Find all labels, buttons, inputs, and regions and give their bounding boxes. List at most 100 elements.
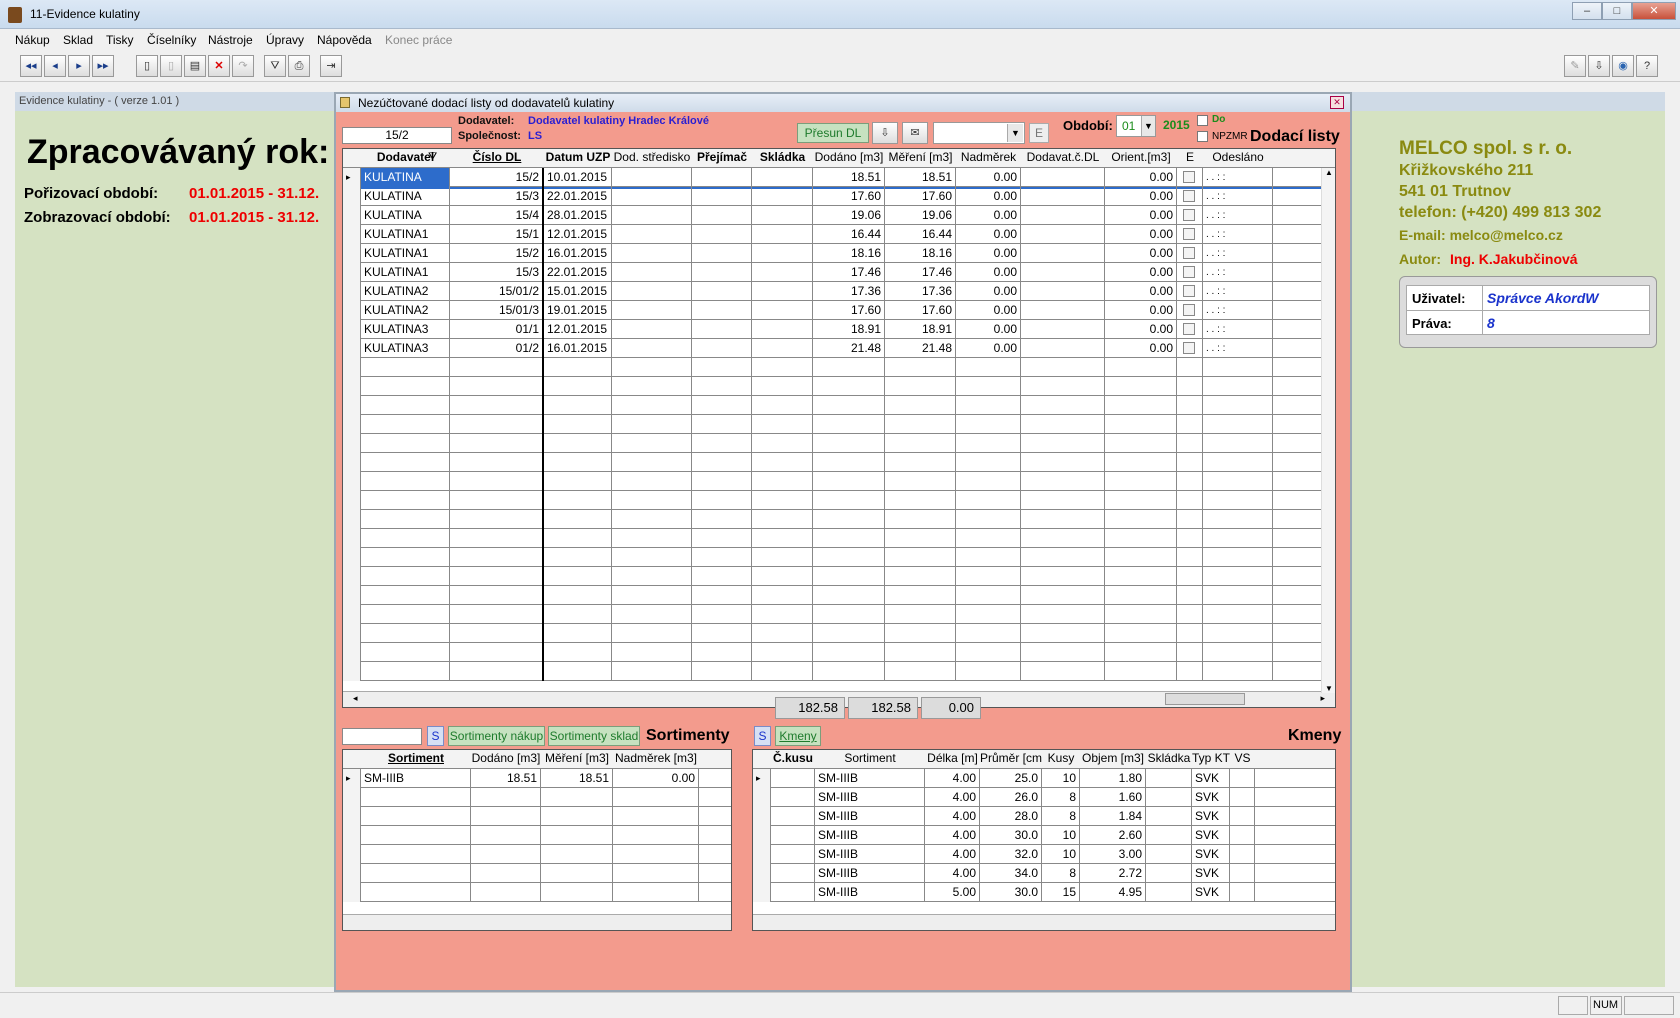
- maximize-button[interactable]: □: [1602, 2, 1632, 20]
- exit-icon[interactable]: ⇥: [320, 55, 342, 77]
- grid-header-cell[interactable]: Dodáno [m3]: [813, 149, 885, 167]
- table-row[interactable]: [343, 643, 1335, 662]
- grid-header-cell[interactable]: Měření [m3]: [885, 149, 956, 167]
- grid-header-cell[interactable]: Orient.[m3]: [1105, 149, 1177, 167]
- scroll-up-icon[interactable]: ▲: [1325, 168, 1333, 177]
- grid-header-cell[interactable]: Nadměrek: [956, 149, 1021, 167]
- table-row[interactable]: [343, 529, 1335, 548]
- table-row[interactable]: SM-IIIB 4.00 30.0 10 2.60 SVK: [753, 826, 1335, 845]
- kmeny-button[interactable]: Kmeny: [775, 726, 821, 746]
- sort-header-cell[interactable]: Měření [m3]: [541, 750, 613, 768]
- grid-header-cell[interactable]: Datum UZP: [544, 149, 612, 167]
- kmeny-header-cell[interactable]: Skládka: [1146, 750, 1192, 768]
- filter-combobox[interactable]: ▼: [933, 122, 1025, 144]
- table-row[interactable]: [343, 826, 731, 845]
- table-row[interactable]: ▸ SM-IIIB 4.00 25.0 10 1.80 SVK: [753, 769, 1335, 788]
- table-row[interactable]: [343, 415, 1335, 434]
- kmeny-header-cell[interactable]: Č.kusu: [771, 750, 815, 768]
- menu-nakup[interactable]: Nákup: [15, 33, 50, 47]
- sort-header-cell[interactable]: Sortiment: [361, 750, 471, 768]
- grid-header-cell[interactable]: Dodavat.č.DL: [1021, 149, 1105, 167]
- scroll-left-icon[interactable]: ◂: [353, 693, 358, 704]
- sort-stock-button[interactable]: Sortimenty sklad: [548, 726, 640, 746]
- menu-sklad[interactable]: Sklad: [63, 33, 93, 47]
- first-record-icon[interactable]: ◂◂: [20, 55, 42, 77]
- table-row[interactable]: [343, 358, 1335, 377]
- menu-upravy[interactable]: Úpravy: [266, 33, 304, 47]
- e-checkbox[interactable]: [1183, 247, 1195, 259]
- next-record-icon[interactable]: ▸: [68, 55, 90, 77]
- e-button[interactable]: E: [1029, 123, 1049, 143]
- table-row[interactable]: [343, 807, 731, 826]
- redo-icon[interactable]: ↷: [232, 55, 254, 77]
- grid-header-cell[interactable]: Skládka: [752, 149, 813, 167]
- table-row[interactable]: KULATINA 15/4 28.01.2015 19.06 19.06 0.00 0.00…: [343, 206, 1335, 225]
- table-row[interactable]: ▸ SM-IIIB 18.51 18.51 0.00: [343, 769, 731, 788]
- table-row[interactable]: KULATINA 15/3 22.01.2015 17.60 17.60 0.00 0.00…: [343, 187, 1335, 206]
- kmeny-header-cell[interactable]: Sortiment: [815, 750, 925, 768]
- table-row[interactable]: [343, 586, 1335, 605]
- vertical-scrollbar[interactable]: ▲ ▼: [1321, 168, 1335, 693]
- table-row[interactable]: KULATINA3 01/1 12.01.2015 18.91 18.91 0.00 0.0…: [343, 320, 1335, 339]
- last-record-icon[interactable]: ▸▸: [92, 55, 114, 77]
- kmeny-header-cell[interactable]: Objem [m3]: [1080, 750, 1146, 768]
- table-row[interactable]: KULATINA1 15/1 12.01.2015 16.44 16.44 0.00 0.0…: [343, 225, 1335, 244]
- e-checkbox[interactable]: [1183, 266, 1195, 278]
- table-row[interactable]: [343, 377, 1335, 396]
- kmeny-grid[interactable]: Č.kusu Sortiment Délka [m] Průměr [cm] Kusy O…: [752, 749, 1336, 931]
- sort-s-button[interactable]: S: [427, 726, 444, 746]
- e-checkbox[interactable]: [1183, 171, 1195, 183]
- transfer-icon[interactable]: ⇩: [872, 122, 898, 144]
- table-row[interactable]: [343, 624, 1335, 643]
- sort-header-cell[interactable]: Dodáno [m3]: [471, 750, 541, 768]
- table-row[interactable]: [343, 605, 1335, 624]
- menu-tisky[interactable]: Tisky: [106, 33, 134, 47]
- kmeny-header-cell[interactable]: Průměr [cm]: [980, 750, 1042, 768]
- e-checkbox[interactable]: [1183, 342, 1195, 354]
- table-row[interactable]: [343, 883, 731, 902]
- kmeny-horizontal-scrollbar[interactable]: [753, 914, 1335, 930]
- grid-header-cell[interactable]: Přejímač: [692, 149, 752, 167]
- sortimenty-grid[interactable]: Sortiment Dodáno [m3] Měření [m3] Nadměrek …: [342, 749, 732, 931]
- kmeny-header-cell[interactable]: VS: [1230, 750, 1255, 768]
- print-icon[interactable]: ⎙: [288, 55, 310, 77]
- table-row[interactable]: [343, 510, 1335, 529]
- table-row[interactable]: SM-IIIB 5.00 30.0 15 4.95 SVK: [753, 883, 1335, 902]
- table-row[interactable]: SM-IIIB 4.00 28.0 8 1.84 SVK: [753, 807, 1335, 826]
- envelope-icon[interactable]: ✉: [902, 122, 928, 144]
- tool-icon[interactable]: ✎: [1564, 55, 1586, 77]
- table-row[interactable]: KULATINA3 01/2 16.01.2015 21.48 21.48 0.00 0.0…: [343, 339, 1335, 358]
- header-filter-icon[interactable]: ⛛: [428, 151, 437, 164]
- kmeny-header-cell[interactable]: Kusy: [1042, 750, 1080, 768]
- new-document-icon[interactable]: ▯: [136, 55, 158, 77]
- kmeny-s-button[interactable]: S: [754, 726, 771, 746]
- e-checkbox[interactable]: [1183, 209, 1195, 221]
- table-row[interactable]: KULATINA1 15/2 16.01.2015 18.16 18.16 0.00 0.0…: [343, 244, 1335, 263]
- table-row[interactable]: KULATINA2 15/01/3 19.01.2015 17.60 17.60 0.00…: [343, 301, 1335, 320]
- grid-header-cell[interactable]: Odesláno: [1203, 149, 1273, 167]
- chevron-down-icon[interactable]: ▼: [1007, 124, 1023, 142]
- sort-buy-button[interactable]: Sortimenty nákup: [448, 726, 545, 746]
- period-chevron-icon[interactable]: ▼: [1141, 116, 1155, 136]
- grid-header-cell[interactable]: E: [1177, 149, 1203, 167]
- table-row[interactable]: [343, 453, 1335, 472]
- scroll-right-icon[interactable]: ▸: [1320, 693, 1325, 704]
- menu-nastroje[interactable]: Nástroje: [208, 33, 253, 47]
- table-row[interactable]: [343, 396, 1335, 415]
- globe-icon[interactable]: ◉: [1612, 55, 1634, 77]
- minimize-button[interactable]: –: [1572, 2, 1602, 20]
- prev-record-icon[interactable]: ◂: [44, 55, 66, 77]
- search-input[interactable]: 15/2: [342, 127, 452, 144]
- table-row[interactable]: [343, 434, 1335, 453]
- table-row[interactable]: [343, 567, 1335, 586]
- table-row[interactable]: [343, 662, 1335, 681]
- copy-icon[interactable]: ▯: [160, 55, 182, 77]
- delete-icon[interactable]: ✕: [208, 55, 230, 77]
- scroll-down-icon[interactable]: ▼: [1325, 684, 1333, 693]
- help-icon[interactable]: ?: [1636, 55, 1658, 77]
- dialog-close-icon[interactable]: ✕: [1330, 96, 1344, 109]
- table-row[interactable]: [343, 864, 731, 883]
- table-row[interactable]: SM-IIIB 4.00 26.0 8 1.60 SVK: [753, 788, 1335, 807]
- export-icon[interactable]: ⇩: [1588, 55, 1610, 77]
- kmeny-header-cell[interactable]: Typ KT: [1192, 750, 1230, 768]
